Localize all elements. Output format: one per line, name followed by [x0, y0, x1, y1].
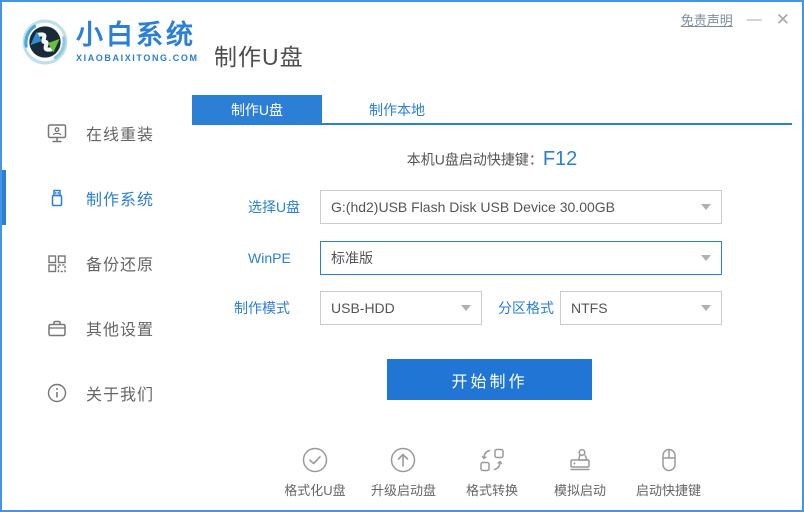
minimize-button[interactable]: — [747, 11, 762, 29]
sidebar-item-label: 关于我们 [86, 386, 155, 404]
disclaimer-link[interactable]: 免责声明 [681, 10, 733, 29]
usb-select[interactable]: G:(hd2)USB Flash Disk USB Device 30.00GB [320, 190, 722, 224]
tool-label: 升级启动盘 [370, 483, 436, 498]
brand-logo: 小白系统 XIAOBAIXITONG.COM [22, 19, 199, 65]
page-title: 制作U盘 [214, 44, 304, 70]
tool-boot-hotkey[interactable]: 启动快捷键 [636, 446, 701, 499]
monitor-reinstall-icon [47, 123, 67, 142]
usb-select-label: 选择U盘 [248, 199, 301, 215]
sidebar-item-other-settings[interactable]: 其他设置 [2, 295, 192, 360]
check-circle-icon [302, 447, 328, 473]
brand-logo-icon [22, 19, 68, 65]
winpe-select-label: WinPE [248, 250, 291, 266]
sidebar-item-label: 其他设置 [86, 321, 155, 339]
tab-make-usb[interactable]: 制作U盘 [192, 95, 322, 125]
tool-format-convert[interactable]: 格式转换 [460, 446, 524, 499]
arrow-up-circle-icon [391, 447, 416, 473]
partition-select[interactable]: NTFS [560, 291, 722, 325]
winpe-select-value: 标准版 [331, 250, 373, 266]
mode-select-label: 制作模式 [234, 300, 290, 316]
backup-restore-icon [48, 254, 66, 272]
sidebar: 在线重装 制作系统 备份还原 其他设置 关于我们 [2, 100, 192, 425]
titlebar: 免责声明 — ✕ [681, 10, 790, 29]
sidebar-item-make-system[interactable]: 制作系统 [2, 165, 192, 230]
dropdown-arrow-icon [701, 255, 711, 261]
dropdown-arrow-icon [461, 305, 471, 311]
close-button[interactable]: ✕ [776, 10, 790, 29]
tab-bar: 制作U盘 制作本地 [192, 95, 792, 125]
tool-label: 格式转换 [465, 483, 518, 498]
boot-hotkey-label: 本机U盘启动快捷键： [406, 151, 543, 168]
dropdown-arrow-icon [701, 305, 711, 311]
tool-simulate-boot[interactable]: 模拟启动 [548, 446, 612, 499]
mouse-icon [661, 448, 676, 472]
stamp-icon [570, 448, 590, 471]
tool-label: 格式化U盘 [284, 483, 346, 498]
tab-make-local[interactable]: 制作本地 [322, 95, 472, 125]
info-circle-icon [47, 383, 67, 402]
app-window: 小白系统 XIAOBAIXITONG.COM 制作U盘 免责声明 — ✕ 在线重… [0, 0, 804, 512]
partition-select-value: NTFS [571, 300, 608, 316]
winpe-select[interactable]: 标准版 [320, 241, 722, 275]
briefcase-settings-icon [48, 320, 66, 336]
boot-hotkey-line: 本机U盘启动快捷键：F12 [192, 148, 792, 171]
brand-name: 小白系统 [76, 19, 196, 50]
sidebar-item-label: 在线重装 [86, 126, 155, 144]
mode-select-value: USB-HDD [331, 300, 395, 316]
sidebar-item-label: 制作系统 [86, 191, 155, 209]
brand-domain: XIAOBAIXITONG.COM [76, 52, 199, 63]
convert-swap-icon [480, 448, 504, 472]
tool-upgrade-boot-disk[interactable]: 升级启动盘 [371, 446, 436, 499]
sidebar-item-about-us[interactable]: 关于我们 [2, 360, 192, 425]
sidebar-item-label: 备份还原 [86, 256, 155, 274]
usb-drive-icon [51, 189, 63, 206]
tool-format-usb[interactable]: 格式化U盘 [283, 446, 347, 499]
partition-select-label: 分区格式 [498, 300, 554, 316]
boot-hotkey-value: F12 [542, 148, 578, 170]
sidebar-item-online-reinstall[interactable]: 在线重装 [2, 100, 192, 165]
tool-label: 模拟启动 [553, 483, 606, 498]
tool-label: 启动快捷键 [636, 483, 702, 498]
dropdown-arrow-icon [701, 204, 711, 210]
brand-text: 小白系统 XIAOBAIXITONG.COM [76, 19, 199, 63]
mode-select[interactable]: USB-HDD [320, 291, 482, 325]
start-make-button[interactable]: 开始制作 [387, 359, 592, 400]
sidebar-item-backup-restore[interactable]: 备份还原 [2, 230, 192, 295]
usb-select-value: G:(hd2)USB Flash Disk USB Device 30.00GB [331, 199, 615, 215]
footer-tools: 格式化U盘 升级启动盘 格式转换 模拟启动 启动快捷键 [192, 446, 792, 499]
